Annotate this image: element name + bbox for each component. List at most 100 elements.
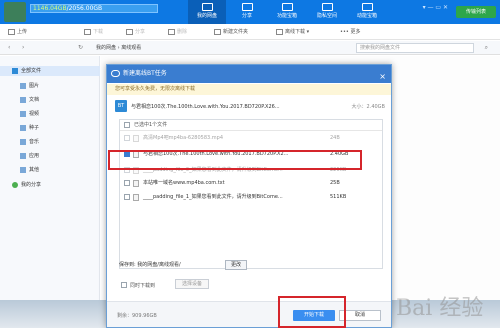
list-item[interactable]: ____padding_file_1_如果您看到此文件，请升级到BitCome.… [120,192,382,203]
trash-icon [168,28,175,35]
search-input[interactable]: 搜索我的网盘文件 [356,43,474,53]
sidebar-item-torrents[interactable]: 种子 [20,123,39,133]
upload-button[interactable]: 上传 [8,27,27,37]
tab-label: 分享 [241,13,252,19]
sync-checkbox[interactable] [121,282,127,288]
highlight-box-file [108,150,362,170]
sidebar-item-all-files[interactable]: 全部文件 [0,66,100,76]
sidebar-item-label: 应用 [29,153,40,159]
tab-share[interactable]: 分享 [228,0,266,24]
file-size: 25B [330,180,340,186]
list-item[interactable]: 高清Mp4吧mp4ba-6280583.mp4 24B [120,133,382,144]
tab-private-space[interactable]: 隐私空间 [308,0,346,24]
upload-icon [8,28,15,35]
file-size: 511KB [330,194,347,200]
storage-quota: 1146.04GB/2056.00GB [30,4,158,13]
sidebar-item-label: 我的分享 [21,182,42,188]
sidebar-item-label: 种子 [29,125,40,131]
sidebar-item-label: 全部文件 [21,68,42,74]
toolbox-icon [281,3,293,11]
row-checkbox[interactable] [124,194,130,200]
sync-option[interactable]: 同时下载到 [121,281,155,289]
bt-icon: BT [115,100,127,112]
file-name: ____padding_file_1_如果您看到此文件，请升级到BitCome.… [143,194,283,200]
new-folder-button[interactable]: 新建文件夹 [214,27,248,37]
more-button[interactable]: ••• 更多 [340,27,360,37]
select-all-checkbox[interactable] [124,122,130,128]
refresh-icon[interactable]: ↻ [78,44,83,51]
folder-icon [12,67,18,74]
download-label: 下载 [93,29,104,35]
sidebar-item-label: 视频 [29,111,40,117]
sidebar-item-videos[interactable]: 视频 [20,109,39,119]
sidebar-item-apps[interactable]: 应用 [20,151,39,161]
forward-icon[interactable]: › [22,44,24,51]
breadcrumb: 我的网盘 › 离线观看 [96,45,142,51]
row-checkbox[interactable] [124,135,130,141]
share-label: 分享 [135,29,146,35]
toolbar: 上传 下载 分享 删除 新建文件夹 离线下载 ▾ ••• 更多 [0,24,500,40]
select-device-button[interactable]: 选择设备 [175,279,209,289]
app-header: 1146.04GB/2056.00GB 我的网盘 分享 功能宝箱 隐私空间 动能… [0,0,500,24]
row-checkbox[interactable] [124,180,130,186]
file-name: 本站唯一域名www.mp4ba.com.txt [143,180,225,186]
window-controls[interactable]: ▾ — ▭ ✕ [423,4,448,11]
breadcrumb-root[interactable]: 我的网盘 [96,45,116,51]
file-list: 已选中1个文件 高清Mp4吧mp4ba-6280583.mp4 24B 与君相恋… [119,119,383,269]
sidebar-item-images[interactable]: 图片 [20,81,39,91]
download-icon [84,28,91,35]
sidebar-item-label: 文档 [29,97,40,103]
video-icon [20,110,26,117]
download-button[interactable]: 下载 [84,27,103,37]
file-size: 24B [330,135,340,141]
search-icon[interactable]: ⌕ [485,44,488,52]
dialog-title: 新建离线BT任务 [123,70,167,77]
torrent-icon [20,124,26,131]
app-icon [20,152,26,159]
transfer-list-button[interactable]: 传输列表 [456,6,496,18]
other-icon [20,166,26,173]
offline-icon [276,28,283,35]
sidebar-item-docs[interactable]: 文档 [20,95,39,105]
tab-box[interactable]: 动能宝箱 [348,0,386,24]
delete-label: 删除 [177,29,188,35]
delete-button[interactable]: 删除 [168,27,187,37]
share-icon [126,28,133,35]
offline-download-button[interactable]: 离线下载 ▾ [276,27,309,37]
lock-icon [321,3,333,11]
breadcrumb-current[interactable]: 离线观看 [121,45,141,51]
free-space: 剩余：909.96GB [117,313,157,319]
upload-label: 上传 [17,29,28,35]
free-notice: 您可享受永久免费，无限次离线下载 [107,84,391,95]
sidebar: 全部文件 图片 文档 视频 种子 音乐 应用 其他 我的分享 [0,56,100,328]
new-folder-label: 新建文件夹 [223,29,249,35]
tab-toolbox[interactable]: 功能宝箱 [268,0,306,24]
box-icon [361,3,373,11]
file-icon [133,194,139,201]
cloud-icon [201,3,213,11]
back-icon[interactable]: ‹ [8,44,10,51]
file-icon [133,135,139,142]
path-bar: ‹ › ↻ 我的网盘 › 离线观看 搜索我的网盘文件 ⌕ [0,41,500,55]
share-button[interactable]: 分享 [126,27,145,37]
image-icon [20,82,26,89]
sidebar-item-other[interactable]: 其他 [20,165,39,175]
sidebar-item-label: 图片 [29,83,40,89]
sidebar-item-my-shares[interactable]: 我的分享 [12,180,41,190]
sidebar-item-label: 其他 [29,167,40,173]
sidebar-item-music[interactable]: 音乐 [20,137,39,147]
more-label: 更多 [350,29,361,35]
tab-my-disk[interactable]: 我的网盘 [188,0,226,24]
cloud-logo-icon [111,70,120,77]
music-icon [20,138,26,145]
list-item[interactable]: 本站唯一域名www.mp4ba.com.txt 25B [120,178,382,189]
avatar[interactable] [4,2,26,22]
text-file-icon [133,180,139,187]
selected-count: 已选中1个文件 [134,122,168,128]
doc-icon [20,96,26,103]
change-path-button[interactable]: 更改 [225,260,247,270]
list-header: 已选中1个文件 [120,120,382,131]
more-icon: ••• [340,29,351,35]
tab-label: 我的网盘 [196,13,217,19]
tab-label: 功能宝箱 [276,13,297,19]
